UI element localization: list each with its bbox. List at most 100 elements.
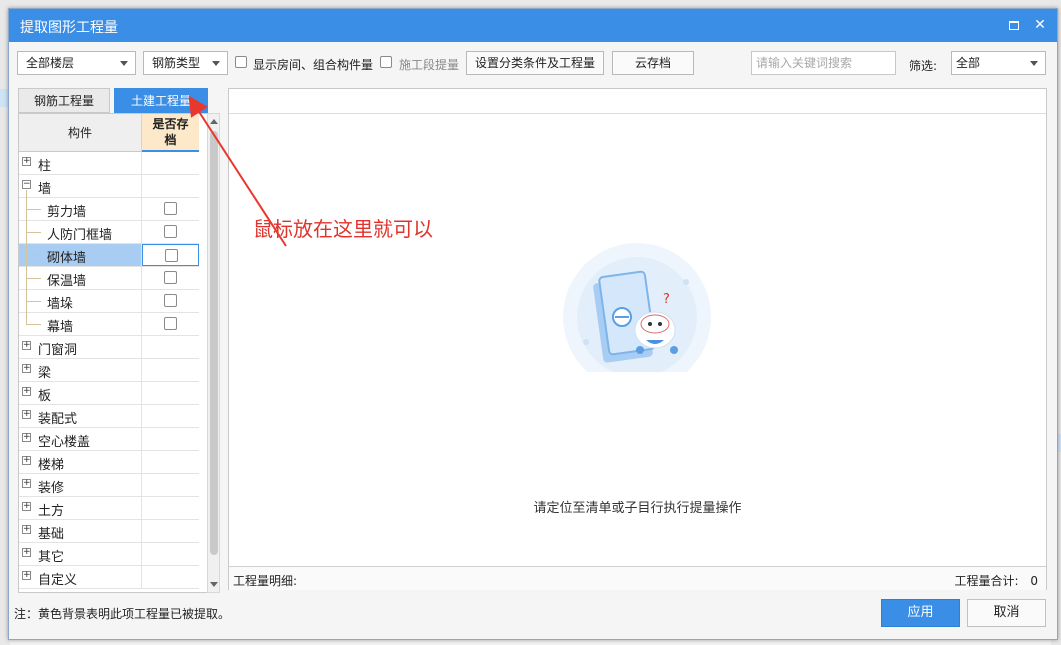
tree-row-label: 人防门框墙 <box>47 228 113 243</box>
archive-checkbox[interactable] <box>164 271 177 284</box>
tree-row-label: 其它 <box>38 550 65 565</box>
expand-icon[interactable]: + <box>22 502 31 511</box>
expand-icon[interactable]: + <box>22 387 31 396</box>
tree-row-label: 保温墙 <box>47 274 87 289</box>
tree-row-civil-defense-door-frame-wall[interactable]: 人防门框墙 <box>19 221 199 244</box>
svg-text:?: ? <box>663 292 670 307</box>
tree-row-hollow-floor[interactable]: + 空心楼盖 <box>19 428 199 451</box>
tree-row-stairs[interactable]: + 楼梯 <box>19 451 199 474</box>
tree-row-label: 柱 <box>38 159 52 174</box>
cancel-button[interactable]: 取消 <box>967 599 1046 627</box>
archive-checkbox[interactable] <box>164 317 177 330</box>
tree-row-other[interactable]: + 其它 <box>19 543 199 566</box>
component-tree: 构件 是否存 档 +柱 −墙 剪力墙 人防门框墙 砌体墙 保温墙 墙垛 幕墙 <box>18 113 214 593</box>
annotation-text: 鼠标放在这里就可以 <box>253 217 433 241</box>
quantity-panel: ? 请定位至清单或子目行执行提量操作 工程量明细: 工程量合计: 0 <box>228 88 1047 590</box>
chevron-down-icon <box>212 61 220 66</box>
expand-icon[interactable]: + <box>22 456 31 465</box>
archive-checkbox[interactable] <box>164 202 177 215</box>
tree-row-label: 空心楼盖 <box>38 435 91 450</box>
construction-stage-checkbox[interactable] <box>380 56 392 68</box>
empty-state-message: 请定位至清单或子目行执行提量操作 <box>533 501 742 516</box>
filter-select-value: 全部 <box>956 56 981 70</box>
tab-rebar-quantities[interactable]: 钢筋工程量 <box>18 88 110 113</box>
expand-icon[interactable]: + <box>22 410 31 419</box>
panel-header <box>229 89 1046 114</box>
expand-icon[interactable]: + <box>22 571 31 580</box>
archive-checkbox[interactable] <box>164 294 177 307</box>
tree-row-foundation[interactable]: + 基础 <box>19 520 199 543</box>
tree-row-label: 自定义 <box>38 573 78 588</box>
scroll-up-icon[interactable] <box>210 119 218 124</box>
tree-row-label: 装配式 <box>38 412 78 427</box>
tree-row-label: 砌体墙 <box>47 251 87 266</box>
tree-row-column[interactable]: + 柱 <box>19 152 199 175</box>
tree-row-label: 门窗洞 <box>38 343 78 358</box>
scroll-down-icon[interactable] <box>210 582 218 587</box>
apply-button[interactable]: 应用 <box>881 599 960 627</box>
show-rooms-checkbox[interactable] <box>235 56 247 68</box>
tree-row-label: 基础 <box>38 527 65 542</box>
tree-row-door-window-opening[interactable]: + 门窗洞 <box>19 336 199 359</box>
rebar-type-select[interactable]: 钢筋类型 <box>143 51 228 75</box>
tree-row-label: 幕墙 <box>47 320 74 335</box>
tree-row-wall[interactable]: − 墙 <box>19 175 199 198</box>
set-conditions-button[interactable]: 设置分类条件及工程量 <box>466 51 604 75</box>
construction-stage-label[interactable]: 施工段提量 <box>399 56 459 73</box>
expand-icon[interactable]: + <box>22 433 31 442</box>
expand-icon[interactable]: + <box>22 341 31 350</box>
tree-row-shear-wall[interactable]: 剪力墙 <box>19 190 199 221</box>
tree-row-slab[interactable]: + 板 <box>19 382 199 405</box>
tree-row-label: 墙垛 <box>47 297 74 312</box>
tab-civil-quantities[interactable]: 土建工程量 <box>114 88 208 113</box>
panel-footer: 工程量明细: 工程量合计: 0 <box>229 566 1046 590</box>
tree-row-label: 楼梯 <box>38 458 65 473</box>
tree-row-prefabricated[interactable]: + 装配式 <box>19 405 199 428</box>
column-header-archive: 是否存 档 <box>142 114 199 152</box>
close-icon: ✕ <box>1034 17 1046 33</box>
floor-select[interactable]: 全部楼层 <box>17 51 136 75</box>
detail-label: 工程量明细: <box>233 574 298 588</box>
expand-icon[interactable]: + <box>22 479 31 488</box>
footer-note: 注：黄色背景表明此项工程量已被提取。 <box>14 607 231 621</box>
show-rooms-label[interactable]: 显示房间、组合构件量 <box>253 56 373 73</box>
collapse-icon[interactable]: − <box>22 180 31 189</box>
maximize-icon <box>1009 21 1019 30</box>
tree-row-beam[interactable]: + 梁 <box>19 359 199 382</box>
scrollbar-thumb[interactable] <box>210 131 218 555</box>
tree-row-wall-pier[interactable]: 墙垛 <box>19 290 199 313</box>
expand-icon[interactable]: + <box>22 157 31 166</box>
tree-row-label: 梁 <box>38 366 52 381</box>
expand-icon[interactable]: + <box>22 364 31 373</box>
tree-row-insulation-wall[interactable]: 保温墙 <box>19 267 199 290</box>
floor-select-value: 全部楼层 <box>26 56 75 70</box>
search-input[interactable]: 请输入关键词搜索 <box>751 51 896 75</box>
tree-row-label: 装修 <box>38 481 65 496</box>
column-header-archive-line1: 是否存 <box>152 117 189 131</box>
filter-select[interactable]: 全部 <box>951 51 1046 75</box>
close-button[interactable]: ✕ <box>1031 16 1049 34</box>
tree-row-custom[interactable]: + 自定义 <box>19 566 199 589</box>
archive-checkbox[interactable] <box>165 249 178 262</box>
tree-row-curtain-wall[interactable]: 幕墙 <box>19 313 199 336</box>
column-header-archive-line2: 档 <box>164 133 177 147</box>
maximize-button[interactable] <box>1005 16 1023 34</box>
tree-row-masonry-wall[interactable]: 砌体墙 <box>19 244 199 267</box>
archive-checkbox[interactable] <box>164 225 177 238</box>
expand-icon[interactable]: + <box>22 525 31 534</box>
expand-icon[interactable]: + <box>22 548 31 557</box>
tree-row-earthwork[interactable]: + 土方 <box>19 497 199 520</box>
dialog-titlebar[interactable]: 提取图形工程量 ✕ <box>9 9 1057 42</box>
cloud-archive-button[interactable]: 云存档 <box>612 51 694 75</box>
total-readout: 工程量合计: 0 <box>954 572 1038 589</box>
chevron-down-icon <box>1030 61 1038 66</box>
total-value: 0 <box>1030 574 1038 588</box>
tree-row-label: 墙 <box>38 182 52 197</box>
tree-scrollbar[interactable] <box>207 113 220 593</box>
rebar-type-select-value: 钢筋类型 <box>152 56 201 70</box>
extract-quantities-dialog: 提取图形工程量 ✕ 全部楼层 钢筋类型 显示房间、组合构件量 施工段提量 设置分… <box>8 8 1058 640</box>
empty-state-illustration: ? <box>563 243 711 372</box>
tree-row-decoration[interactable]: + 装修 <box>19 474 199 497</box>
tree-row-label: 剪力墙 <box>47 205 87 220</box>
filter-label: 筛选: <box>909 59 938 73</box>
